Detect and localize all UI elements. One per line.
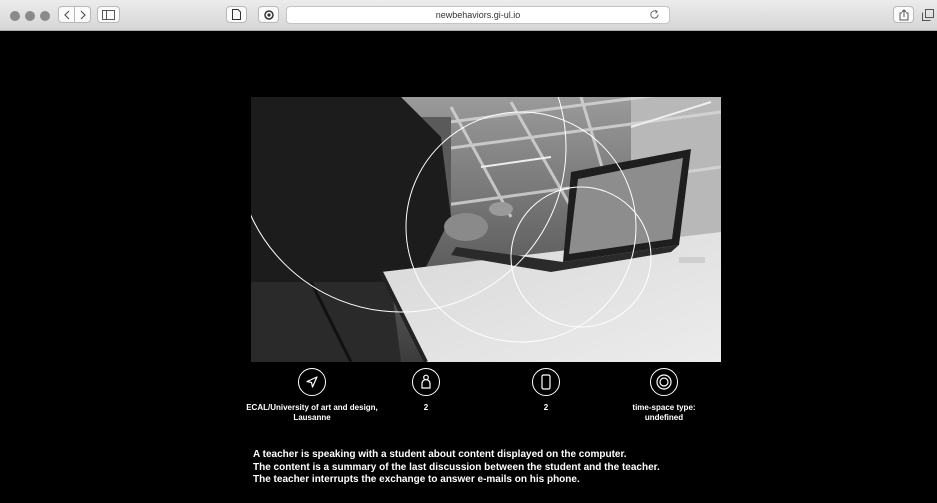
back-icon bbox=[63, 10, 69, 19]
tabs-button[interactable] bbox=[922, 8, 936, 22]
concentric-circles-icon bbox=[650, 368, 678, 396]
url-text: newbehaviors.gi-ul.io bbox=[435, 10, 521, 20]
description-line-3: The teacher interrupts the exchange to a… bbox=[253, 474, 580, 485]
reader-button[interactable] bbox=[258, 6, 279, 23]
browser-toolbar: newbehaviors.gi-ul.io bbox=[0, 0, 937, 31]
forward-button[interactable] bbox=[74, 6, 91, 23]
person-icon bbox=[412, 368, 440, 396]
sidebar-icon bbox=[102, 9, 115, 20]
sidebar-button[interactable] bbox=[97, 6, 120, 23]
reader-icon bbox=[263, 9, 274, 20]
address-bar[interactable]: newbehaviors.gi-ul.io bbox=[286, 6, 670, 24]
time-space-type: time-space type: undefined bbox=[632, 403, 696, 422]
share-icon bbox=[899, 8, 908, 20]
phone-icon bbox=[532, 368, 560, 396]
back-button[interactable] bbox=[58, 6, 75, 23]
forward-icon bbox=[80, 10, 86, 19]
close-window-icon[interactable] bbox=[10, 11, 20, 21]
share-button[interactable] bbox=[893, 6, 914, 23]
description-line-2: The content is a summary of the last dis… bbox=[253, 461, 660, 473]
reload-icon[interactable] bbox=[649, 9, 660, 20]
description: A teacher is speaking with a student abo… bbox=[253, 449, 893, 487]
description-line-1: A teacher is speaking with a student abo… bbox=[253, 449, 627, 460]
tabs-icon bbox=[922, 9, 934, 21]
minimize-window-icon[interactable] bbox=[25, 11, 35, 21]
page-icon bbox=[232, 9, 241, 20]
hero-photo bbox=[251, 97, 721, 362]
page-button[interactable] bbox=[226, 6, 247, 23]
zoom-window-icon[interactable] bbox=[40, 11, 50, 21]
location-arrow-icon bbox=[298, 368, 326, 396]
